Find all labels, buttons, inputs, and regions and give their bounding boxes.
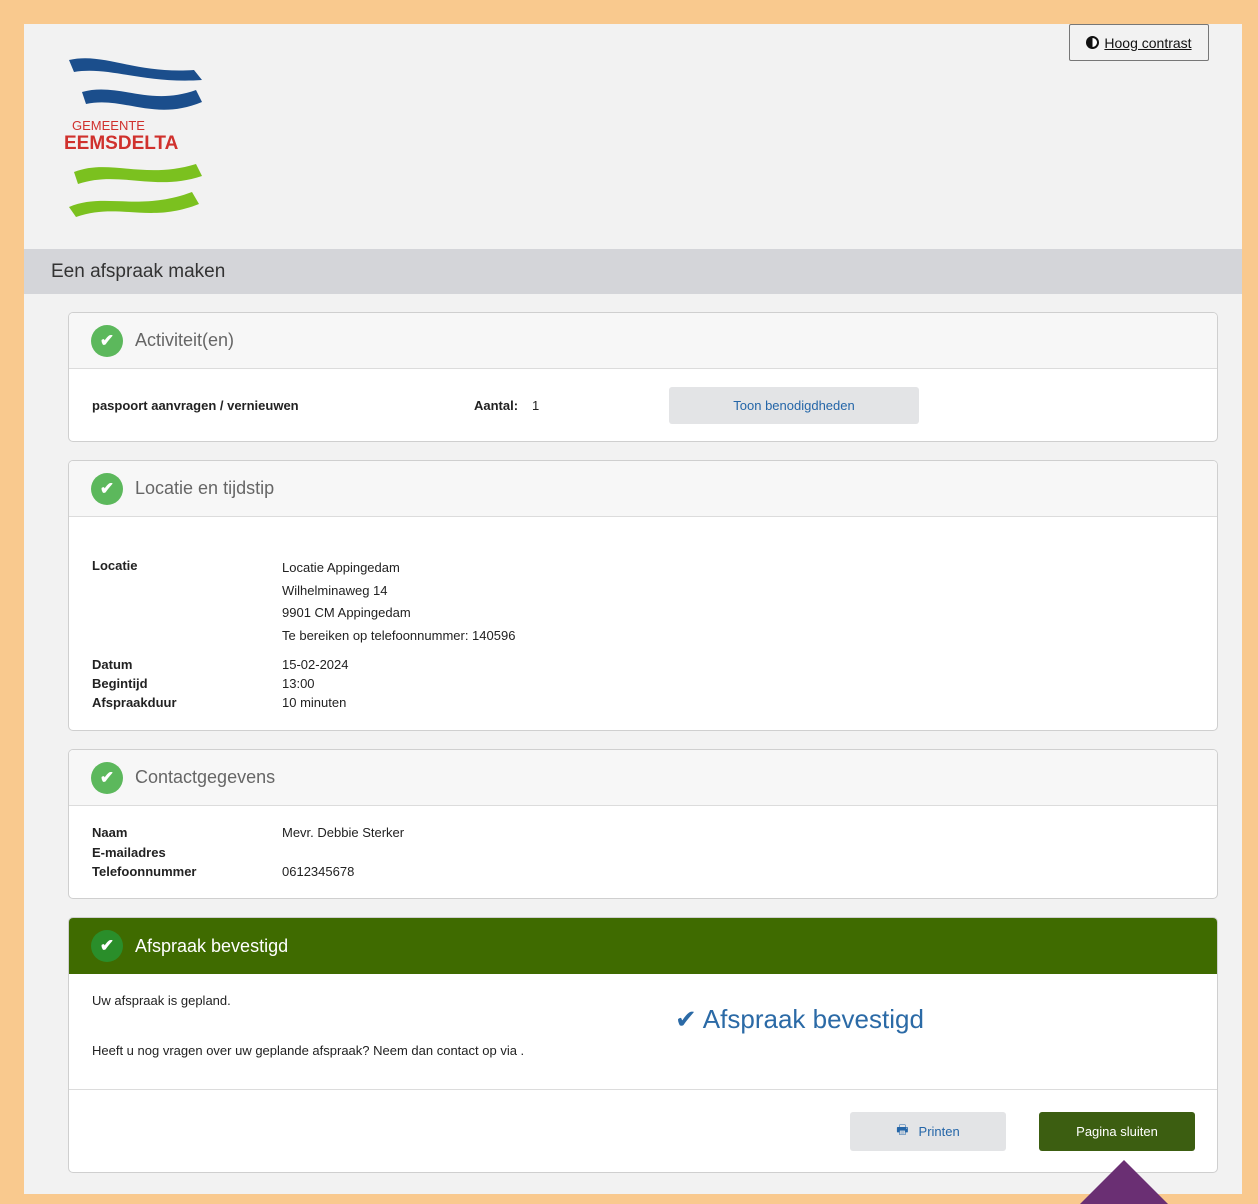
contact-title: Contactgegevens <box>135 767 276 787</box>
activity-count-label: Aantal: <box>474 398 519 413</box>
activities-header: ✔ Activiteit(en) <box>69 313 1217 369</box>
confirmation-title: Afspraak bevestigd <box>135 935 289 956</box>
high-contrast-button[interactable]: Hoog contrast <box>1069 24 1209 61</box>
duration-label: Afspraakduur <box>92 695 177 710</box>
start-time-value: 13:00 <box>282 676 315 691</box>
email-label: E-mailadres <box>92 845 166 860</box>
check-circle-icon: ✔ <box>91 324 123 357</box>
address-line: 9901 CM Appingedam <box>282 605 411 620</box>
start-time-label: Begintijd <box>92 676 148 691</box>
check-circle-icon: ✔ <box>91 930 123 962</box>
logo-text-gemeente: GEMEENTE <box>72 118 145 133</box>
contact-header: ✔ Contactgegevens <box>69 750 1217 806</box>
duration-value: 10 minuten <box>282 695 347 710</box>
address-line: Te bereiken op telefoonnummer: 140596 <box>282 628 516 643</box>
confirmation-header: ✔ Afspraak bevestigd <box>69 918 1217 974</box>
name-label: Naam <box>92 825 128 840</box>
location-header: ✔ Locatie en tijdstip <box>69 461 1217 517</box>
gemeente-eemsdelta-logo: GEMEENTE EEMSDELTA <box>64 58 202 217</box>
print-button[interactable]: 🖶 Printen <box>850 1112 1006 1151</box>
name-value: Mevr. Debbie Sterker <box>282 825 405 840</box>
address-line: Wilhelminaweg 14 <box>282 583 388 598</box>
phone-label: Telefoonnummer <box>92 864 197 879</box>
contrast-icon <box>1086 36 1100 49</box>
page-title-band: Een afspraak maken <box>24 249 1242 294</box>
logo-text-eemsdelta: EEMSDELTA <box>64 133 179 154</box>
printer-icon: 🖶 <box>896 1121 909 1137</box>
check-circle-icon: ✔ <box>91 472 123 505</box>
confirmation-message: Uw afspraak is gepland. <box>92 993 231 1008</box>
page-container: Hoog contrast GEMEENTE EEMSDELTA Een afs… <box>24 24 1242 1194</box>
close-page-label: Pagina sluiten <box>1076 1124 1158 1139</box>
location-label: Locatie <box>92 558 138 573</box>
confirmation-card: ✔ Afspraak bevestigd Uw afspraak is gepl… <box>68 917 1218 1173</box>
date-label: Datum <box>92 657 133 672</box>
confirmed-status-label: Afspraak bevestigd <box>702 1004 924 1034</box>
address-line: Locatie Appingedam <box>282 560 400 575</box>
print-label: Printen <box>918 1124 960 1139</box>
location-title: Locatie en tijdstip <box>135 478 275 498</box>
confirmed-status: ✔ Afspraak bevestigd <box>675 1004 924 1035</box>
date-value: 15-02-2024 <box>282 657 349 672</box>
check-circle-icon: ✔ <box>91 761 123 794</box>
location-card: ✔ Locatie en tijdstip Locatie Locatie Ap… <box>68 460 1218 731</box>
page-title: Een afspraak maken <box>51 260 226 282</box>
contact-info-message: Heeft u nog vragen over uw geplande afsp… <box>92 1043 525 1058</box>
activity-count-value: 1 <box>532 398 540 413</box>
checkmark-icon: ✔ <box>675 1004 697 1034</box>
activities-card: ✔ Activiteit(en) paspoort aanvragen / ve… <box>68 312 1218 442</box>
show-requirements-button[interactable]: Toon benodigdheden <box>669 387 919 424</box>
activities-title: Activiteit(en) <box>135 330 235 350</box>
high-contrast-label: Hoog contrast <box>1104 34 1192 51</box>
activity-name: paspoort aanvragen / vernieuwen <box>92 398 299 413</box>
phone-value: 0612345678 <box>282 864 355 879</box>
contact-card: ✔ Contactgegevens Naam Mevr. Debbie Ster… <box>68 749 1218 899</box>
close-page-button[interactable]: Pagina sluiten <box>1039 1112 1195 1151</box>
show-requirements-label: Toon benodigdheden <box>733 398 855 413</box>
tour-pointer-arrow <box>1080 1160 1168 1204</box>
